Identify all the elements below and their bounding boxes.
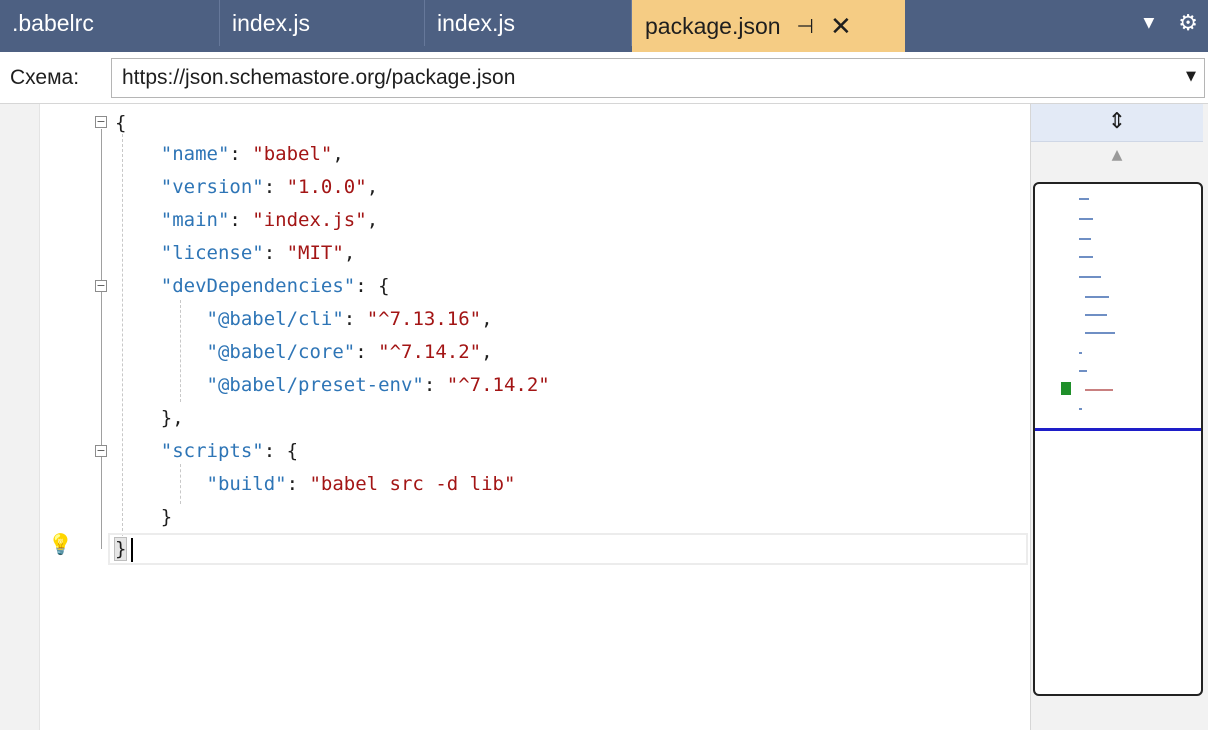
brace: } [113,537,128,561]
code-editor[interactable]: 💡 − − − { "name": "babel", "version": "1… [0,104,1030,730]
fold-line [101,129,102,549]
map-line [1079,256,1093,258]
dropdown-icon[interactable]: ▼ [1143,15,1154,31]
tab-label: package.json [645,12,781,39]
code-line: "@babel/core": "^7.14.2", [206,341,493,363]
tab-label: index.js [437,9,515,36]
tab-package-json[interactable]: package.json ⊣ ✕ [632,0,905,52]
glyph-margin [0,104,40,730]
code-line: "license": "MIT", [160,242,356,264]
map-line [1085,389,1113,391]
map-line [1085,314,1107,316]
schema-bar: Схема: https://json.schemastore.org/pack… [0,52,1208,104]
map-line [1085,296,1109,298]
json-key: "version" [160,176,264,198]
split-icon[interactable]: ⇕ [1031,104,1203,142]
pin-icon[interactable]: ⊣ [797,14,814,39]
fold-toggle-root[interactable]: − [95,116,107,128]
json-key: "devDependencies" [160,275,356,297]
code-line: "name": "babel", [160,143,344,165]
current-line-highlight [108,533,1028,565]
json-string: "babel" [252,143,333,165]
code-line: } [160,506,173,528]
fold-toggle-devdependencies[interactable]: − [95,280,107,292]
map-change-marker [1061,382,1071,395]
gear-icon[interactable]: ⚙ [1178,11,1198,36]
json-string: "babel src -d lib" [309,473,516,495]
code-line: "@babel/preset-env": "^7.14.2" [206,374,550,396]
map-line [1079,198,1089,200]
tab-bar-actions: ▼ ⚙ [1143,0,1208,46]
map-line [1075,182,1079,184]
code-line: { [115,107,126,140]
map-line [1079,218,1093,220]
schema-label: Схема: [10,66,80,89]
map-line [1079,370,1087,372]
fold-toggle-scripts[interactable]: − [95,445,107,457]
json-string: "index.js" [252,209,367,231]
tab-bar: .babelrc index.js index.js package.json … [0,0,1208,52]
code-line: "version": "1.0.0", [160,176,379,198]
text-caret [131,538,133,562]
close-icon[interactable]: ✕ [830,13,852,39]
code-line: "@babel/cli": "^7.13.16", [206,308,493,330]
json-key: "@babel/core" [206,341,356,363]
json-string: "1.0.0" [286,176,367,198]
scroll-up-icon[interactable]: ▲ [1031,144,1203,166]
json-key: "scripts" [160,440,264,462]
json-key: "main" [160,209,230,231]
lightbulb-icon[interactable]: 💡 [48,532,73,556]
chevron-down-icon[interactable]: ▼ [1186,69,1196,84]
json-key: "license" [160,242,264,264]
code-line: "main": "index.js", [160,209,379,231]
json-string: "^7.14.2" [378,341,482,363]
json-key: "name" [160,143,230,165]
tab-label: .babelrc [12,9,94,36]
json-key: "@babel/preset-env" [206,374,424,396]
map-caret-line [1035,428,1201,431]
code-line: "scripts": { [160,440,299,462]
schema-select[interactable]: https://json.schemastore.org/package.jso… [111,58,1205,98]
json-string: "^7.13.16" [366,308,482,330]
tab-babelrc[interactable]: .babelrc [0,0,220,46]
tab-label: index.js [232,9,310,36]
brace: { [115,112,127,134]
map-line [1079,408,1082,410]
code-line: } [113,533,128,566]
code-line: "devDependencies": { [160,275,390,297]
json-string: "MIT" [286,242,344,264]
json-string: "^7.14.2" [446,374,550,396]
map-line [1079,276,1101,278]
json-key: "build" [206,473,287,495]
map-line [1085,332,1115,334]
tab-index-js-1[interactable]: index.js [220,0,425,46]
code-line: "build": "babel src -d lib" [206,473,516,495]
map-line [1079,238,1091,240]
code-line: }, [160,407,184,429]
map-viewport[interactable] [1033,182,1203,696]
tab-index-js-2[interactable]: index.js [425,0,632,46]
map-line [1079,352,1082,354]
json-key: "@babel/cli" [206,308,344,330]
scrollbar-map[interactable]: ⇕ ▲ [1030,104,1208,730]
schema-value: https://json.schemastore.org/package.jso… [122,66,516,89]
